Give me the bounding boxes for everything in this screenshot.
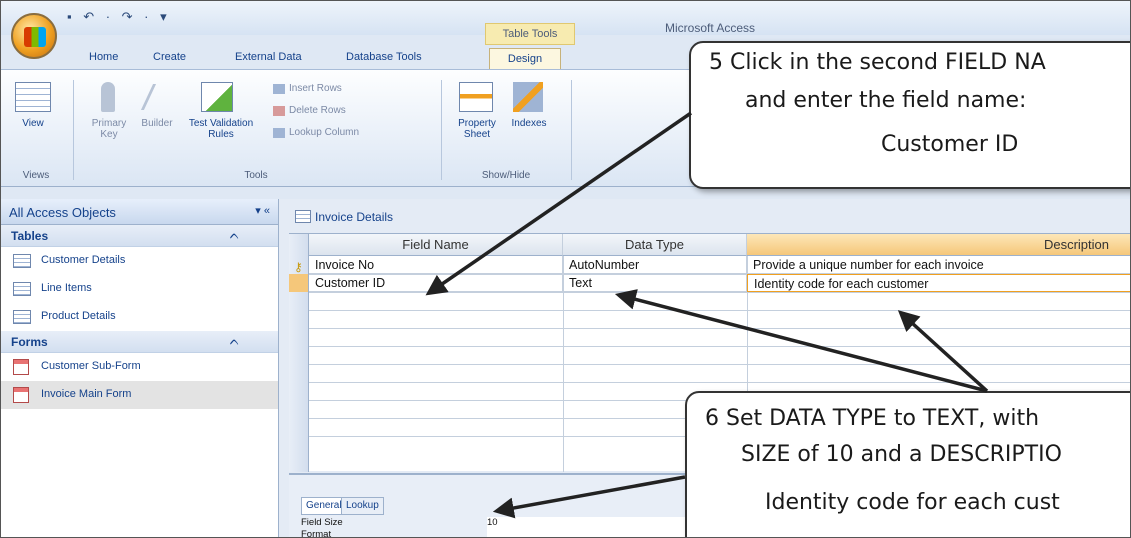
arrow-to-field-size xyxy=(492,475,686,519)
access-window: ▪ ↶ · ↷ · ▾ Table Tools Microsoft Access… xyxy=(0,0,1131,538)
annotation-arrows xyxy=(425,111,989,519)
arrow-to-customer-id xyxy=(425,111,692,296)
